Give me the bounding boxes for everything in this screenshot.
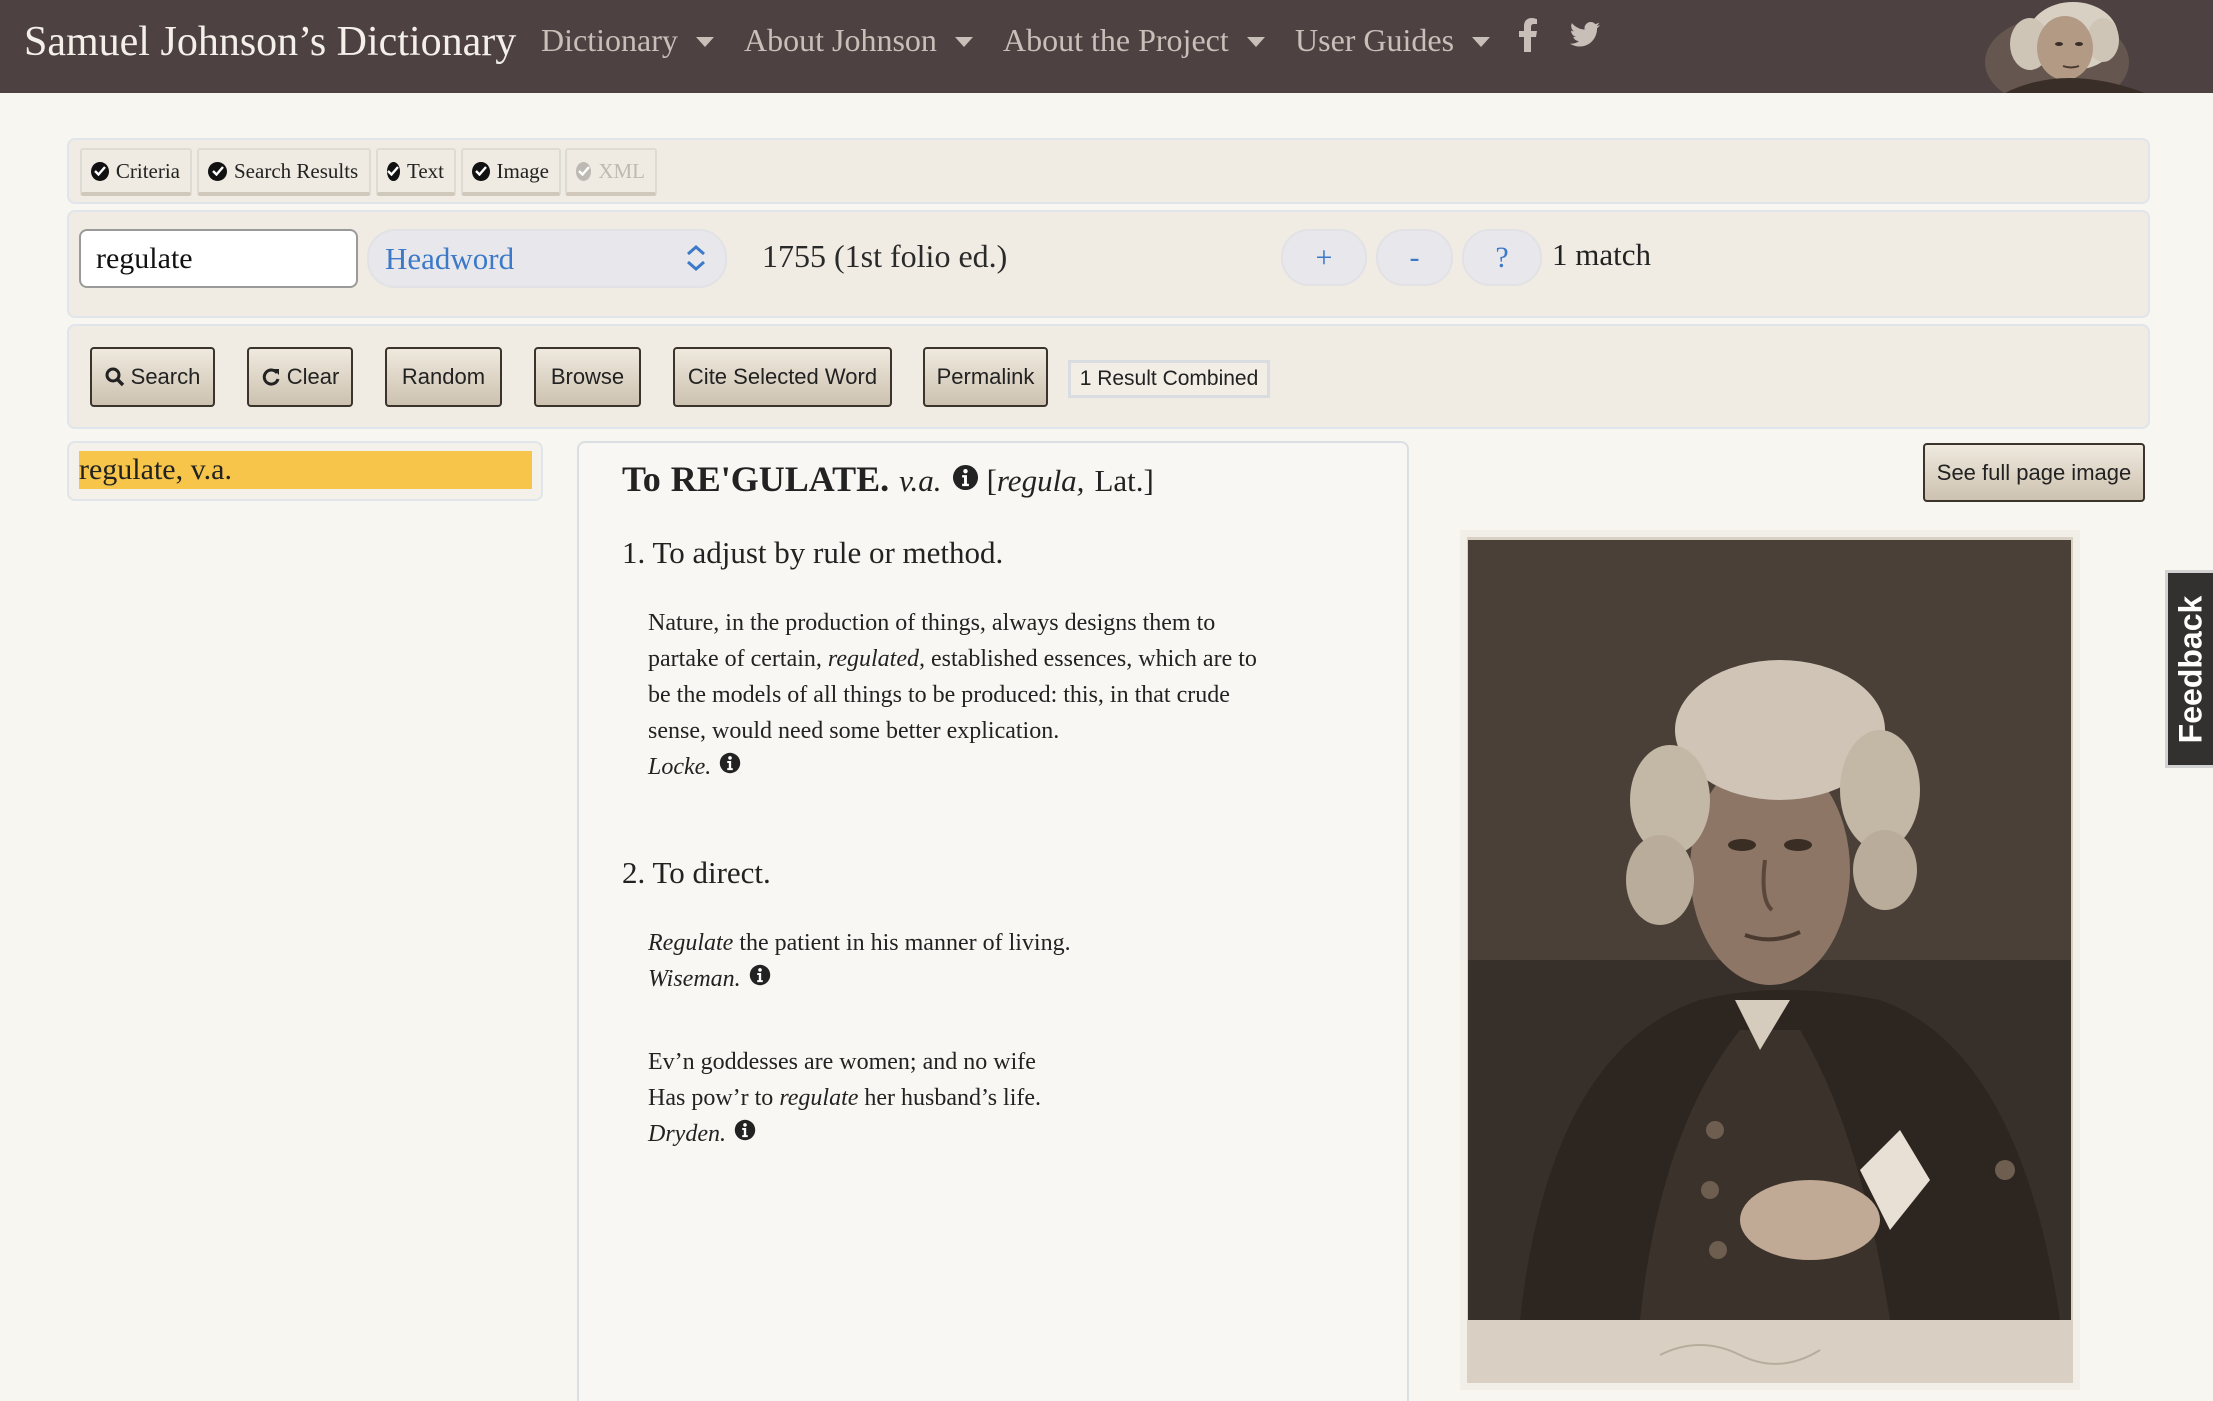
quote-author: Locke. [648, 749, 741, 785]
add-criteria-button[interactable]: + [1281, 229, 1367, 286]
quote-line: Ev’n goddesses are women; and no wife [648, 1049, 1036, 1075]
menu-label: About Johnson [744, 22, 937, 58]
quote-text: Has pow’r to [648, 1085, 780, 1111]
see-full-page-image-button[interactable]: See full page image [1923, 443, 2145, 502]
info-icon[interactable] [749, 961, 771, 997]
quote-line: be the models of all things to be produc… [648, 682, 1230, 708]
site-brand[interactable]: Samuel Johnson’s Dictionary [24, 18, 516, 66]
tab-label: Search Results [234, 158, 359, 183]
quote-text: partake of certain, [648, 646, 828, 672]
quote-text: her husband’s life. [858, 1085, 1042, 1111]
tab-search-results[interactable]: Search Results [197, 148, 371, 196]
result-combined-badge: 1 Result Combined [1068, 360, 1270, 398]
select-value: Headword [385, 240, 515, 276]
select-arrows-icon [685, 243, 707, 281]
list-item[interactable]: regulate, v.a. [79, 451, 532, 489]
search-icon [105, 367, 125, 387]
etymology-open: [ [986, 463, 997, 498]
check-circle-icon [472, 161, 490, 181]
part-of-speech: v.a. [899, 463, 942, 498]
johnson-thumbnail-image [1985, 0, 2165, 93]
headword-prefix: To [622, 459, 661, 499]
search-field-select[interactable]: Headword [367, 229, 727, 288]
etymology-word: regula, [996, 463, 1085, 498]
quote-emphasis: regulated, [827, 646, 925, 672]
twitter-icon[interactable] [1569, 22, 1600, 53]
sense-2: 2. To direct. [622, 855, 771, 891]
caret-down-icon [954, 36, 973, 47]
menu-label: User Guides [1295, 22, 1455, 58]
match-count: 1 match [1552, 237, 1651, 272]
facebook-icon[interactable] [1519, 18, 1537, 57]
quote-text: the patient in his manner of living. [733, 930, 1071, 956]
quotation: Nature, in the production of things, alw… [648, 605, 1338, 785]
menu-about-project[interactable]: About the Project [1003, 22, 1265, 59]
tab-label: Text [406, 158, 444, 183]
info-icon[interactable] [719, 749, 741, 785]
quote-line: partake of certain, regulated, establish… [648, 641, 1338, 677]
search-button[interactable]: Search [90, 347, 215, 407]
quote-text: established essences, which are to [925, 646, 1257, 672]
caret-down-icon [695, 36, 714, 47]
feedback-tab[interactable]: Feedback [2165, 570, 2213, 768]
cite-selected-word-button[interactable]: Cite Selected Word [673, 347, 892, 407]
check-circle-icon [208, 161, 227, 181]
quote-line: sense, would need some better explicatio… [648, 718, 1060, 744]
quote-author: Dryden. [648, 1116, 756, 1152]
feedback-label: Feedback [2172, 595, 2208, 743]
etymology-lang: Lat.] [1094, 463, 1154, 498]
sense-definition: To adjust by rule or method. [652, 535, 1004, 570]
author-name: Locke. [648, 754, 712, 780]
info-icon[interactable] [952, 458, 979, 500]
refresh-icon [261, 367, 281, 387]
remove-criteria-button[interactable]: - [1376, 229, 1453, 286]
check-circle-icon [387, 161, 400, 181]
caret-down-icon [1472, 36, 1491, 47]
check-circle-icon [91, 161, 109, 181]
help-button[interactable]: ? [1462, 229, 1542, 286]
menu-dictionary[interactable]: Dictionary [541, 22, 714, 59]
johnson-portrait-image [1460, 530, 2080, 1390]
quote-line: Nature, in the production of things, alw… [648, 610, 1216, 636]
browse-button[interactable]: Browse [534, 347, 641, 407]
sense-number: 2. [622, 855, 646, 890]
tab-image[interactable]: Image [461, 148, 561, 196]
tab-criteria[interactable]: Criteria [80, 148, 192, 196]
entry-headword-line: To RE'GULATE. v.a. [ regula, Lat.] [622, 458, 1154, 500]
check-circle-icon [576, 161, 592, 181]
quote-emphasis: Regulate [648, 930, 734, 956]
tab-xml: XML [565, 148, 657, 196]
info-icon[interactable] [734, 1116, 756, 1152]
caret-down-icon [1246, 36, 1265, 47]
quote-line: Regulate the patient in his manner of li… [648, 925, 1338, 961]
quote-author: Wiseman. [648, 961, 771, 997]
top-navbar: Samuel Johnson’s Dictionary Dictionary A… [0, 0, 2213, 93]
quote-line: Has pow’r to regulate her husband’s life… [648, 1080, 1338, 1116]
tab-label: Criteria [115, 158, 180, 183]
menu-user-guides[interactable]: User Guides [1295, 22, 1491, 59]
sense-number: 1. [622, 535, 646, 570]
sense-definition: To direct. [652, 855, 771, 890]
tab-text[interactable]: Text [376, 148, 456, 196]
sense-1: 1. To adjust by rule or method. [622, 535, 1003, 571]
entry-panel [577, 441, 1409, 1401]
quotation: Ev’n goddesses are women; and no wife Ha… [648, 1044, 1338, 1152]
quotation: Regulate the patient in his manner of li… [648, 925, 1338, 997]
edition-label: 1755 (1st folio ed.) [762, 238, 1008, 274]
button-label: Clear [286, 364, 340, 389]
button-label: Search [130, 364, 201, 389]
author-name: Dryden. [648, 1121, 726, 1147]
quote-emphasis: regulate [779, 1085, 859, 1111]
menu-about-johnson[interactable]: About Johnson [744, 22, 973, 59]
tab-label: XML [598, 158, 645, 183]
menu-label: Dictionary [541, 22, 678, 58]
permalink-button[interactable]: Permalink [923, 347, 1048, 407]
headword: RE'GULATE. [670, 459, 890, 499]
tab-label: Image [496, 158, 549, 183]
menu-label: About the Project [1003, 22, 1229, 58]
search-input[interactable] [79, 229, 358, 288]
random-button[interactable]: Random [385, 347, 502, 407]
clear-button[interactable]: Clear [247, 347, 353, 407]
author-name: Wiseman. [648, 966, 741, 992]
